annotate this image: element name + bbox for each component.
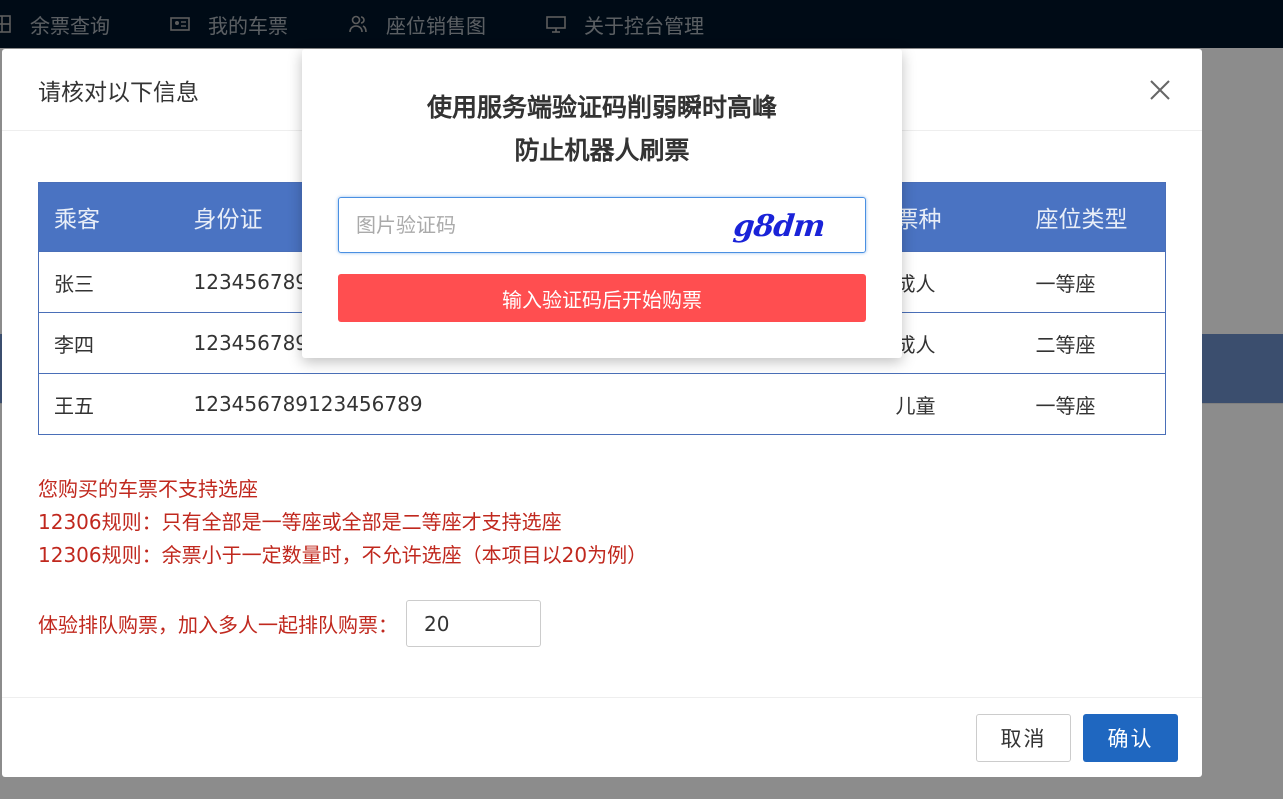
tip-line: 12306规则：余票小于一定数量时，不允许选座（本项目以20为例） [38,543,648,567]
passenger-name: 李四 [38,312,179,374]
queue-section: 体验排队购票，加入多人一起排队购票： 20 [38,600,541,647]
close-button[interactable] [1118,49,1202,131]
modal-footer: 取消 确认 [2,697,1202,777]
table-row: 王五 123456789123456789 儿童 一等座 [38,373,1166,435]
captcha-field: g8dm [338,197,866,253]
captcha-image[interactable]: g8dm [727,206,831,246]
seat-type: 二等座 [1020,312,1166,374]
close-icon [1150,79,1170,100]
passenger-name: 张三 [38,251,179,313]
ticket-type: 儿童 [880,373,1021,435]
start-purchase-button[interactable]: 输入验证码后开始购票 [338,274,866,322]
captcha-dialog: 使用服务端验证码削弱瞬时高峰 防止机器人刷票 g8dm 输入验证码后开始购票 [302,49,902,358]
passenger-name: 王五 [38,373,179,435]
queue-count-input[interactable]: 20 [406,600,541,647]
captcha-title: 使用服务端验证码削弱瞬时高峰 防止机器人刷票 [302,49,902,172]
captcha-input[interactable] [339,213,699,237]
modal-title: 请核对以下信息 [38,79,199,106]
captcha-title-line: 防止机器人刷票 [514,136,690,165]
seat-selection-tips: 您购买的车票不支持选座 12306规则：只有全部是一等座或全部是二等座才支持选座… [38,473,647,572]
column-header: 乘客 [38,182,179,252]
captcha-title-line: 使用服务端验证码削弱瞬时高峰 [426,93,777,122]
seat-type: 一等座 [1020,373,1166,435]
tip-line: 12306规则：只有全部是一等座或全部是二等座才支持选座 [38,510,562,534]
tip-line: 您购买的车票不支持选座 [38,477,258,501]
column-header: 座位类型 [1020,182,1166,252]
cancel-button[interactable]: 取消 [976,714,1071,762]
seat-type: 一等座 [1020,251,1166,313]
passenger-id: 123456789123456789 [178,373,881,435]
confirm-button[interactable]: 确认 [1083,714,1178,762]
queue-label: 体验排队购票，加入多人一起排队购票： [38,613,398,637]
